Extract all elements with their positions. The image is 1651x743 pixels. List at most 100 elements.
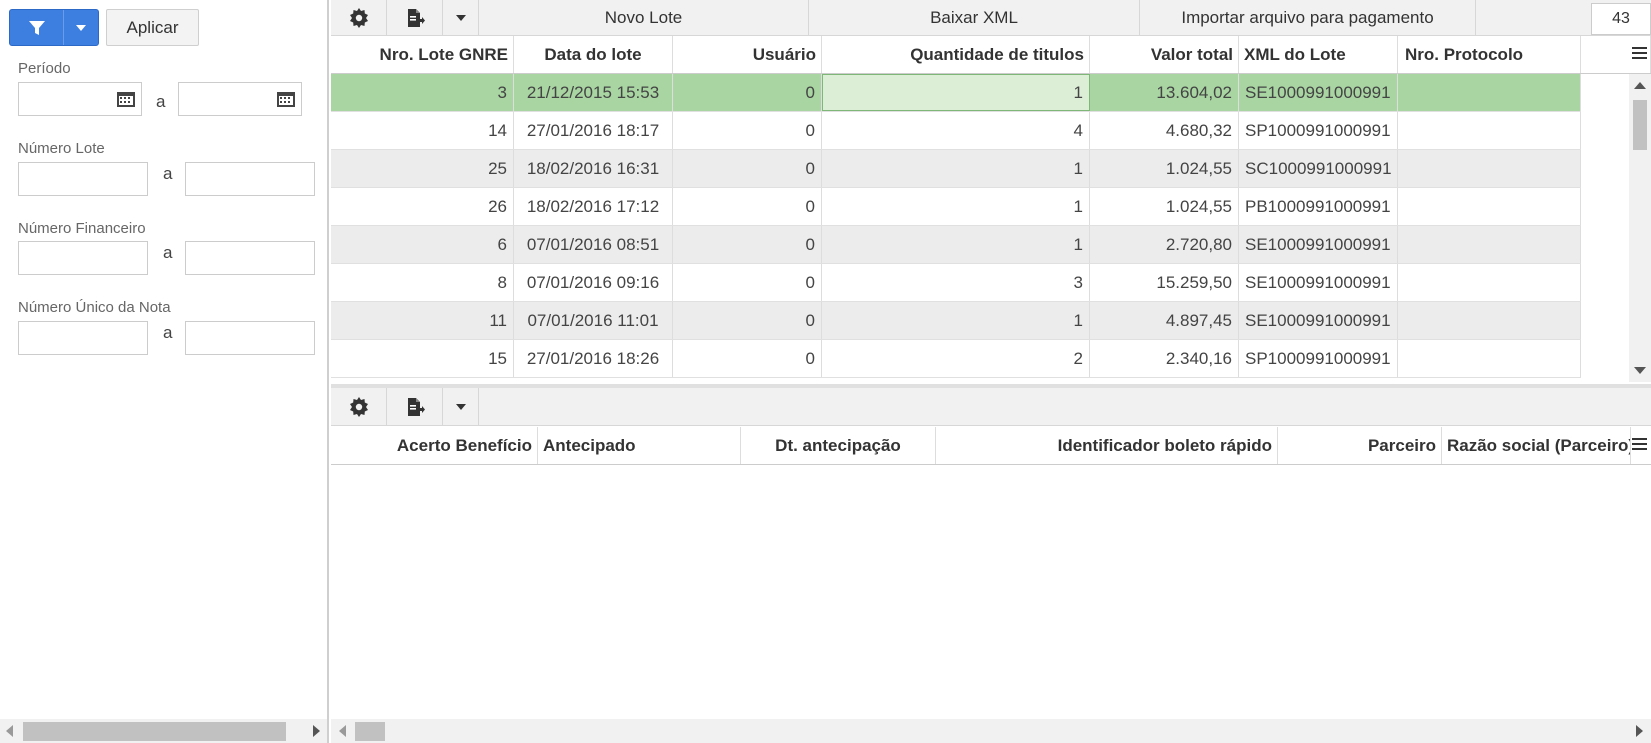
export-icon[interactable] xyxy=(387,388,443,425)
table-cell[interactable]: 27/01/2016 18:26 xyxy=(514,340,673,377)
calendar-icon[interactable] xyxy=(277,91,295,110)
table-cell[interactable]: 0 xyxy=(673,112,822,149)
column-header[interactable]: Usuário xyxy=(673,36,822,73)
table-row[interactable]: 8 07/01/2016 09:16 0 3 15.259,50 SE10009… xyxy=(331,264,1581,302)
table-cell[interactable]: 1 xyxy=(822,226,1090,263)
table-cell[interactable]: 2.340,16 xyxy=(1090,340,1239,377)
filter-dropdown-chevron-icon[interactable] xyxy=(64,10,98,45)
column-header[interactable]: Parceiro xyxy=(1278,427,1442,464)
table-cell[interactable]: 15 xyxy=(331,340,514,377)
table-cell[interactable]: SE1000991000991 xyxy=(1239,226,1398,263)
table-cell[interactable]: 3 xyxy=(331,74,514,111)
numero-unico-end-field[interactable] xyxy=(185,321,315,355)
table-cell[interactable]: 0 xyxy=(673,150,822,187)
table-cell[interactable] xyxy=(1398,74,1581,111)
table-cell[interactable]: 0 xyxy=(673,340,822,377)
table-cell[interactable]: 1.024,55 xyxy=(1090,150,1239,187)
table-row[interactable]: 6 07/01/2016 08:51 0 1 2.720,80 SE100099… xyxy=(331,226,1581,264)
calendar-icon[interactable] xyxy=(117,91,135,110)
column-header[interactable]: Antecipado xyxy=(538,427,741,464)
apply-button[interactable]: Aplicar xyxy=(106,9,199,46)
table-row[interactable]: 14 27/01/2016 18:17 0 4 4.680,32 SP10009… xyxy=(331,112,1581,150)
table-cell[interactable]: SP1000991000991 xyxy=(1239,340,1398,377)
table-cell[interactable]: 6 xyxy=(331,226,514,263)
column-header[interactable]: XML do Lote xyxy=(1239,36,1398,73)
column-header[interactable]: Nro. Lote GNRE xyxy=(331,36,514,73)
table-cell[interactable]: SP1000991000991 xyxy=(1239,112,1398,149)
periodo-start-field[interactable] xyxy=(18,82,142,116)
scrollbar-thumb[interactable] xyxy=(23,722,286,741)
table-cell-focused[interactable]: 1 xyxy=(822,74,1090,111)
column-menu-icon[interactable] xyxy=(1632,438,1647,450)
table-cell[interactable]: 18/02/2016 17:12 xyxy=(514,188,673,225)
table-cell[interactable]: SE1000991000991 xyxy=(1239,264,1398,301)
table-row[interactable]: 3 21/12/2015 15:53 0 1 13.604,02 SE10009… xyxy=(331,74,1581,112)
numero-lote-end-field[interactable] xyxy=(185,162,315,196)
column-header[interactable]: Razão social (Parceiro) xyxy=(1442,427,1631,464)
table-cell[interactable] xyxy=(1398,302,1581,339)
column-header[interactable]: Valor total xyxy=(1090,36,1239,73)
gear-icon[interactable] xyxy=(331,388,387,425)
column-header[interactable]: Dt. antecipação xyxy=(741,427,936,464)
scroll-left-icon[interactable] xyxy=(6,725,13,737)
table-cell[interactable]: 2 xyxy=(822,340,1090,377)
table-cell[interactable]: 4 xyxy=(822,112,1090,149)
gear-icon[interactable] xyxy=(331,0,387,35)
table-cell[interactable]: 0 xyxy=(673,226,822,263)
table-cell[interactable] xyxy=(1398,150,1581,187)
main-horizontal-scrollbar[interactable] xyxy=(331,719,1651,743)
scrollbar-thumb[interactable] xyxy=(355,722,385,741)
table-row[interactable]: 15 27/01/2016 18:26 0 2 2.340,16 SP10009… xyxy=(331,340,1581,378)
scroll-left-icon[interactable] xyxy=(339,725,346,737)
table-cell[interactable]: 4.897,45 xyxy=(1090,302,1239,339)
table-cell[interactable]: 21/12/2015 15:53 xyxy=(514,74,673,111)
table-cell[interactable]: 4.680,32 xyxy=(1090,112,1239,149)
baixar-xml-button[interactable]: Baixar XML xyxy=(809,0,1140,35)
table-cell[interactable]: 27/01/2016 18:17 xyxy=(514,112,673,149)
table-cell[interactable]: 07/01/2016 11:01 xyxy=(514,302,673,339)
column-menu-icon[interactable] xyxy=(1632,47,1647,59)
table-cell[interactable]: 26 xyxy=(331,188,514,225)
table-cell[interactable]: 18/02/2016 16:31 xyxy=(514,150,673,187)
table-cell[interactable]: 07/01/2016 09:16 xyxy=(514,264,673,301)
table-cell[interactable]: 0 xyxy=(673,264,822,301)
periodo-end-field[interactable] xyxy=(178,82,302,116)
table-cell[interactable]: 13.604,02 xyxy=(1090,74,1239,111)
table-cell[interactable]: 0 xyxy=(673,302,822,339)
column-header[interactable]: Data do lote xyxy=(514,36,673,73)
numero-unico-start-field[interactable] xyxy=(18,321,148,355)
table-cell[interactable]: 2.720,80 xyxy=(1090,226,1239,263)
table-row[interactable]: 26 18/02/2016 17:12 0 1 1.024,55 PB10009… xyxy=(331,188,1581,226)
export-dropdown-chevron-icon[interactable] xyxy=(443,388,479,425)
scroll-up-icon[interactable] xyxy=(1634,82,1646,89)
scrollbar-thumb[interactable] xyxy=(1633,100,1647,150)
table-cell[interactable]: 1 xyxy=(822,188,1090,225)
numero-lote-start-field[interactable] xyxy=(18,162,148,196)
export-dropdown-chevron-icon[interactable] xyxy=(443,0,479,35)
filter-button[interactable] xyxy=(9,9,99,46)
table-cell[interactable]: 15.259,50 xyxy=(1090,264,1239,301)
numero-financeiro-start-field[interactable] xyxy=(18,241,148,275)
table-cell[interactable]: SE1000991000991 xyxy=(1239,74,1398,111)
table-cell[interactable]: 1 xyxy=(822,150,1090,187)
scroll-right-icon[interactable] xyxy=(1636,725,1643,737)
table-cell[interactable] xyxy=(1398,112,1581,149)
table-cell[interactable]: 8 xyxy=(331,264,514,301)
column-header[interactable]: Acerto Benefício xyxy=(331,427,538,464)
scroll-down-icon[interactable] xyxy=(1634,367,1646,374)
scroll-right-icon[interactable] xyxy=(313,725,320,737)
table-cell[interactable] xyxy=(1398,226,1581,263)
column-header[interactable]: Quantidade de titulos xyxy=(822,36,1090,73)
importar-arquivo-button[interactable]: Importar arquivo para pagamento xyxy=(1140,0,1476,35)
novo-lote-button[interactable]: Novo Lote xyxy=(479,0,809,35)
table-cell[interactable]: 1.024,55 xyxy=(1090,188,1239,225)
table-cell[interactable]: 14 xyxy=(331,112,514,149)
table-cell[interactable]: 0 xyxy=(673,74,822,111)
table-cell[interactable] xyxy=(1398,188,1581,225)
table-cell[interactable]: 1 xyxy=(822,302,1090,339)
table-cell[interactable]: SE1000991000991 xyxy=(1239,302,1398,339)
table-cell[interactable]: 25 xyxy=(331,150,514,187)
table-cell[interactable]: SC1000991000991 xyxy=(1239,150,1398,187)
table-cell[interactable]: 11 xyxy=(331,302,514,339)
table-row[interactable]: 11 07/01/2016 11:01 0 1 4.897,45 SE10009… xyxy=(331,302,1581,340)
